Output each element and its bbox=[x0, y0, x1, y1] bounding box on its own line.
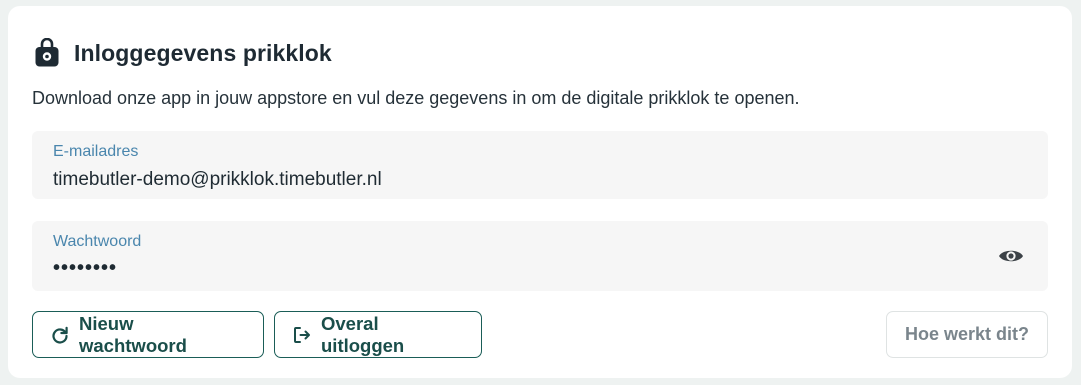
password-value[interactable]: •••••••• bbox=[53, 257, 117, 280]
card-header: Inloggegevens prikklok bbox=[34, 38, 332, 68]
password-label: Wachtwoord bbox=[53, 233, 142, 250]
lock-bag-icon bbox=[35, 38, 59, 67]
prikklok-credentials-card: Inloggegevens prikklok Download onze app… bbox=[8, 6, 1072, 378]
logout-everywhere-button[interactable]: Overal uitloggen bbox=[274, 311, 482, 358]
how-does-it-work-label: Hoe werkt dit? bbox=[904, 324, 1029, 344]
how-does-it-work-button[interactable]: Hoe werkt dit? bbox=[886, 311, 1048, 358]
card-title: Inloggegevens prikklok bbox=[74, 39, 332, 66]
logout-icon bbox=[294, 326, 310, 343]
new-password-label: Nieuw wachtwoord bbox=[79, 312, 187, 356]
new-password-button[interactable]: Nieuw wachtwoord bbox=[32, 311, 264, 358]
email-value[interactable]: timebutler-demo@prikklok.timebutler.nl bbox=[53, 169, 382, 191]
eye-icon[interactable] bbox=[998, 247, 1024, 265]
logout-everywhere-label: Overal uitloggen bbox=[321, 312, 405, 356]
email-label: E-mailadres bbox=[53, 143, 139, 160]
password-field[interactable]: Wachtwoord •••••••• bbox=[32, 221, 1048, 291]
email-field[interactable]: E-mailadres timebutler-demo@prikklok.tim… bbox=[32, 131, 1048, 199]
card-description: Download onze app in jouw appstore en vu… bbox=[32, 88, 800, 108]
refresh-icon bbox=[52, 326, 68, 344]
